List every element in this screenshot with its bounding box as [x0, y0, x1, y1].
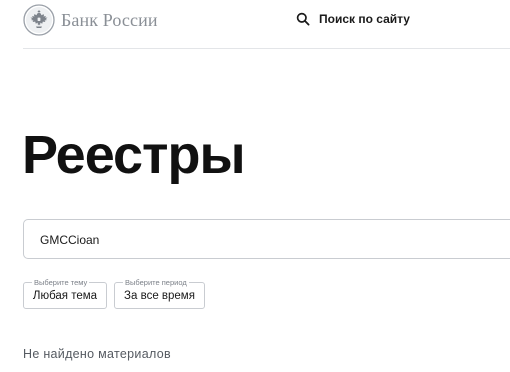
period-filter-legend: Выберите период [123, 278, 189, 287]
logo-link[interactable]: Банк России [23, 4, 158, 36]
search-icon [296, 12, 310, 26]
header-divider [23, 48, 510, 49]
eagle-emblem-icon [23, 4, 55, 36]
page-title: Реестры [22, 125, 246, 185]
site-search-link[interactable]: Поиск по сайту [296, 12, 410, 26]
registry-search-input[interactable] [40, 231, 500, 249]
period-filter-select[interactable]: Выберите период За все время [114, 278, 205, 309]
empty-results-message: Не найдено материалов [23, 347, 171, 361]
topic-filter-select[interactable]: Выберите тему Любая тема [23, 278, 107, 309]
topic-filter-value: Любая тема [32, 290, 98, 302]
page: Банк России Поиск по сайту Реестры Выбер… [0, 0, 510, 372]
topic-filter-legend: Выберите тему [32, 278, 90, 287]
period-filter-value: За все время [124, 290, 195, 302]
logo-text: Банк России [61, 9, 158, 30]
registry-search-field[interactable] [23, 219, 510, 259]
site-search-label: Поиск по сайту [319, 12, 410, 26]
site-header: Банк России Поиск по сайту [0, 0, 510, 49]
